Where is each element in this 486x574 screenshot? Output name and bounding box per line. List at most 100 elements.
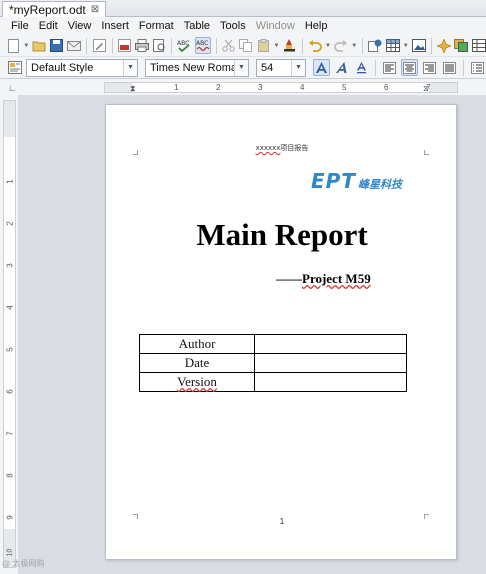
watermark-text: @ 太极网购: [2, 559, 45, 568]
underline-icon[interactable]: [353, 59, 370, 76]
align-right-icon[interactable]: [421, 59, 438, 76]
company-logo[interactable]: EPT 峰星科技: [311, 169, 402, 193]
toolbar-separator: [375, 59, 376, 76]
left-indent-handle[interactable]: ⧗: [130, 84, 136, 94]
ruler-number: 8: [5, 473, 15, 478]
toolbar-separator: [86, 37, 88, 54]
chevron-down-icon[interactable]: ▼: [234, 59, 248, 76]
edit-mode-icon[interactable]: [92, 37, 106, 54]
logo-ept-text: EPT: [311, 169, 356, 193]
font-size-value: 54: [261, 61, 274, 74]
table-cell-value[interactable]: [254, 353, 407, 373]
page-header[interactable]: xxxxxx项目报告: [106, 143, 458, 153]
tab-stop-selector-icon[interactable]: ∟: [8, 83, 17, 93]
paragraph-style-value: Default Style: [31, 61, 94, 74]
ruler-left-margin: [105, 83, 133, 92]
save-icon[interactable]: [50, 37, 64, 54]
email-document-icon[interactable]: [67, 37, 82, 54]
cut-icon[interactable]: [221, 37, 235, 54]
hyperlink-icon[interactable]: [368, 37, 382, 54]
logo-chinese-text: 峰星科技: [357, 178, 402, 191]
menu-format[interactable]: Format: [134, 17, 179, 35]
insert-table-icon[interactable]: [385, 37, 400, 54]
svg-text:ABC: ABC: [196, 40, 208, 47]
insert-image-icon[interactable]: [411, 37, 426, 54]
document-tab[interactable]: *myReport.odt ⊠: [2, 1, 107, 17]
table-cell-label[interactable]: Author: [139, 334, 255, 354]
header-misspelled-word: xxxxxx: [255, 144, 281, 152]
paste-dropdown-icon[interactable]: ▼: [273, 37, 279, 54]
document-page[interactable]: xxxxxx项目报告 EPT 峰星科技 Main Report ——Projec…: [105, 104, 457, 560]
redo-dropdown-icon[interactable]: ▼: [351, 37, 357, 54]
toolbar-separator: [171, 37, 173, 54]
vertical-ruler[interactable]: 1 2 3 4 5 6 7 8 9 10: [3, 100, 16, 568]
page-preview-icon[interactable]: [152, 37, 166, 54]
toolbar-separator: [301, 37, 303, 54]
navigator-icon[interactable]: [437, 37, 452, 54]
font-size-select[interactable]: 54 ▼: [256, 58, 306, 77]
align-left-icon[interactable]: [381, 59, 398, 76]
standard-toolbar: ▼ ABC ABC ▼ ▼ ▼ ▼: [0, 35, 486, 57]
table-cell-value[interactable]: [254, 334, 407, 354]
menu-tools[interactable]: Tools: [215, 17, 251, 35]
justify-icon[interactable]: [441, 59, 458, 76]
document-tab-bar: *myReport.odt ⊠: [0, 0, 486, 17]
ruler-number: 10: [6, 548, 14, 557]
styles-formatting-icon[interactable]: [6, 59, 23, 76]
table-label-version: Version: [177, 374, 217, 389]
spelling-icon[interactable]: ABC: [177, 37, 191, 54]
table-cell-label[interactable]: Date: [139, 353, 255, 373]
document-title[interactable]: Main Report: [106, 217, 458, 253]
toolbar-separator: [362, 37, 364, 54]
ruler-number: 9: [5, 515, 15, 520]
italic-icon[interactable]: [333, 59, 350, 76]
menu-table[interactable]: Table: [179, 17, 215, 35]
undo-dropdown-icon[interactable]: ▼: [325, 37, 331, 54]
ruler-number: 6: [384, 83, 389, 92]
paste-icon[interactable]: [256, 37, 270, 54]
data-sources-icon[interactable]: [471, 37, 486, 54]
redo-icon[interactable]: [334, 37, 348, 54]
document-tab-title: *myReport.odt: [9, 2, 86, 17]
clone-formatting-icon[interactable]: [282, 37, 296, 54]
chevron-down-icon[interactable]: ▼: [123, 59, 137, 76]
ruler-number: 1: [174, 83, 179, 92]
paragraph-style-select[interactable]: Default Style ▼: [26, 58, 138, 77]
horizontal-ruler[interactable]: ⧗ ⧖ 1 2 3 4 5 6 7: [104, 82, 458, 93]
toolbar-separator: [111, 37, 113, 54]
page-number: 1: [279, 517, 285, 526]
print-icon[interactable]: [134, 37, 149, 54]
menu-view[interactable]: View: [63, 17, 97, 35]
numbering-list-icon[interactable]: [469, 59, 486, 76]
document-info-table[interactable]: Author Date Version: [139, 334, 407, 392]
bold-icon[interactable]: [313, 59, 330, 76]
chevron-down-icon[interactable]: ▼: [291, 59, 305, 76]
menu-help[interactable]: Help: [300, 17, 333, 35]
new-dropdown-icon[interactable]: ▼: [23, 37, 29, 54]
table-dropdown-icon[interactable]: ▼: [403, 37, 409, 54]
toolbar-separator: [463, 59, 464, 76]
table-row: Version: [139, 372, 407, 392]
font-name-select[interactable]: Times New Roman ▼: [145, 58, 249, 77]
auto-spellcheck-icon[interactable]: ABC: [194, 37, 211, 54]
menu-insert[interactable]: Insert: [96, 17, 134, 35]
ruler-number: 1: [5, 179, 15, 184]
ruler-number: 6: [5, 389, 15, 394]
gallery-icon[interactable]: [454, 37, 469, 54]
table-cell-label[interactable]: Version: [139, 372, 255, 392]
menu-edit[interactable]: Edit: [34, 17, 63, 35]
document-workspace[interactable]: xxxxxx项目报告 EPT 峰星科技 Main Report ——Projec…: [18, 95, 486, 574]
table-row: Date: [139, 353, 407, 373]
horizontal-ruler-row: ∟ ⧗ ⧖ 1 2 3 4 5 6 7: [0, 80, 486, 95]
menu-file[interactable]: File: [6, 17, 34, 35]
menu-window[interactable]: Window: [251, 17, 300, 35]
table-cell-value[interactable]: [254, 372, 407, 392]
copy-icon[interactable]: [239, 37, 253, 54]
export-pdf-icon[interactable]: [117, 37, 132, 54]
close-tab-icon[interactable]: ⊠: [91, 4, 99, 15]
open-folder-icon[interactable]: [32, 37, 46, 54]
new-document-icon[interactable]: [6, 37, 20, 54]
align-center-icon[interactable]: [401, 59, 418, 76]
undo-icon[interactable]: [308, 37, 322, 54]
document-subtitle[interactable]: ——Project M59: [276, 271, 371, 287]
